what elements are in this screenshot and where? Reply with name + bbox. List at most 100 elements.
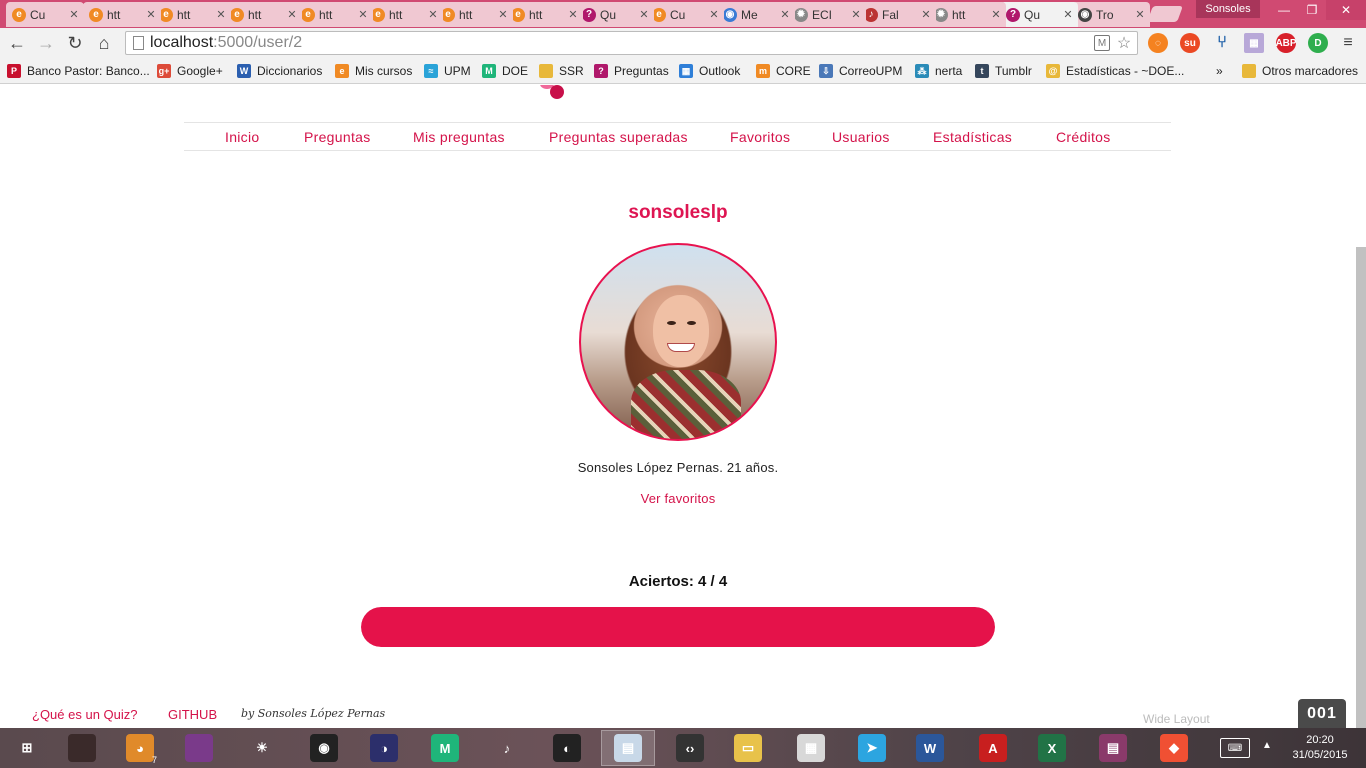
bookmark-star-icon[interactable]: ☆ bbox=[1116, 35, 1132, 52]
view-favorites-link[interactable]: Ver favoritos bbox=[0, 491, 1356, 506]
winrar-app[interactable]: ▤ bbox=[1086, 730, 1140, 766]
address-bar[interactable]: localhost:5000/user/2 M ☆ bbox=[125, 31, 1138, 55]
doe-app[interactable]: M bbox=[418, 730, 472, 766]
what-is-quiz-link[interactable]: ¿Qué es un Quiz? bbox=[32, 707, 138, 722]
nav-usuarios[interactable]: Usuarios bbox=[832, 129, 890, 145]
word-app[interactable]: W bbox=[903, 730, 957, 766]
tab-close-icon[interactable]: ✕ bbox=[920, 8, 932, 21]
close-window-icon[interactable]: ✕ bbox=[1326, 0, 1366, 20]
tab-close-icon[interactable]: ✕ bbox=[286, 8, 298, 21]
chrome-window-app[interactable]: ▤ bbox=[601, 730, 655, 766]
user-photo-app[interactable] bbox=[55, 730, 109, 766]
bookmark-item[interactable]: ▦ Outlook bbox=[679, 62, 740, 80]
taskbar-clock[interactable]: 20:20 31/05/2015 bbox=[1290, 733, 1350, 763]
maximize-icon[interactable]: ❐ bbox=[1298, 0, 1326, 20]
browser-tab[interactable]: ✹ ECI ✕ bbox=[788, 2, 866, 27]
forward-icon[interactable]: → bbox=[36, 33, 56, 53]
excel-app[interactable]: X bbox=[1025, 730, 1079, 766]
browser-tab[interactable]: ? Qu ✕ bbox=[1000, 2, 1078, 27]
paint-app[interactable]: ◕ 7 bbox=[113, 730, 167, 766]
tab-close-icon[interactable]: ✕ bbox=[850, 8, 862, 21]
tray-expand-icon[interactable]: ▲ bbox=[1262, 740, 1272, 751]
browser-tab[interactable]: e Cu ✕ bbox=[646, 2, 724, 27]
github-link[interactable]: GITHUB bbox=[168, 707, 217, 722]
adblock-plus-icon[interactable]: ABP bbox=[1275, 33, 1297, 53]
tab-close-icon[interactable]: ✕ bbox=[708, 8, 720, 21]
tab-close-icon[interactable]: ✕ bbox=[497, 8, 509, 21]
bookmark-item[interactable]: W Diccionarios bbox=[237, 62, 322, 80]
nav-estadisticas[interactable]: Estadísticas bbox=[933, 129, 1012, 145]
browser-tab[interactable]: e htt ✕ bbox=[365, 2, 443, 27]
tab-close-icon[interactable]: ✕ bbox=[567, 8, 579, 21]
tab-close-icon[interactable]: ✕ bbox=[1134, 8, 1146, 21]
firefox-app[interactable]: ◐ bbox=[540, 730, 594, 766]
acrobat-app[interactable]: A bbox=[966, 730, 1020, 766]
browser-tab[interactable]: ♪ Fal ✕ bbox=[858, 2, 936, 27]
nav-preguntas[interactable]: Preguntas bbox=[304, 129, 371, 145]
start-button[interactable]: ⊞ bbox=[0, 730, 54, 766]
bookmark-item[interactable]: m CORE bbox=[756, 62, 811, 80]
keyboard-icon[interactable]: ⌨ bbox=[1220, 738, 1250, 758]
browser-tab[interactable]: e htt ✕ bbox=[83, 2, 161, 27]
tab-close-icon[interactable]: ✕ bbox=[990, 8, 1002, 21]
bookmark-item[interactable]: M DOE bbox=[482, 62, 528, 80]
menu-icon[interactable]: ≡ bbox=[1338, 33, 1358, 53]
extension-orange-icon[interactable]: ◌ bbox=[1148, 33, 1168, 53]
bookmarks-overflow-button[interactable]: » bbox=[1216, 62, 1223, 80]
extension-fork-icon[interactable]: ⑂ bbox=[1212, 33, 1232, 53]
tab-close-icon[interactable]: ✕ bbox=[215, 8, 227, 21]
guitar-app[interactable]: ♪ bbox=[480, 730, 534, 766]
browser-tab[interactable]: e htt ✕ bbox=[224, 2, 302, 27]
bookmark-item[interactable]: ≈ UPM bbox=[424, 62, 471, 80]
back-icon[interactable]: ← bbox=[7, 33, 27, 53]
bookmark-item[interactable]: P Banco Pastor: Banco... bbox=[7, 62, 150, 80]
bookmark-item[interactable]: e Mis cursos bbox=[335, 62, 412, 80]
explorer-app[interactable]: ▭ bbox=[721, 730, 775, 766]
extension-grid-icon[interactable]: ▦ bbox=[1244, 33, 1264, 53]
galaxy-app[interactable] bbox=[172, 730, 226, 766]
browser-tab[interactable]: ◉ Me ✕ bbox=[717, 2, 795, 27]
bookmark-item[interactable]: t Tumblr bbox=[975, 62, 1032, 80]
nav-mis-preguntas[interactable]: Mis preguntas bbox=[413, 129, 505, 145]
tab-close-icon[interactable]: ✕ bbox=[779, 8, 791, 21]
browser-tab[interactable]: e htt ✕ bbox=[505, 2, 583, 27]
tab-close-icon[interactable]: ✕ bbox=[427, 8, 439, 21]
new-tab-button[interactable] bbox=[1147, 6, 1183, 22]
extension-green-icon[interactable]: D bbox=[1308, 33, 1328, 53]
tab-close-icon[interactable]: ✕ bbox=[638, 8, 650, 21]
page-action-icon[interactable]: M bbox=[1094, 35, 1110, 51]
stumbleupon-icon[interactable]: su bbox=[1180, 33, 1200, 53]
bookmark-item[interactable]: ⁂ nerta bbox=[915, 62, 962, 80]
tab-close-icon[interactable]: ✕ bbox=[1062, 8, 1074, 21]
browser-tab[interactable]: e htt ✕ bbox=[153, 2, 231, 27]
browser-tab[interactable]: ? Qu ✕ bbox=[576, 2, 654, 27]
tab-close-icon[interactable]: ✕ bbox=[68, 8, 80, 21]
brightness-app[interactable]: ☀ bbox=[235, 730, 289, 766]
browser-tab[interactable]: ✹ htt ✕ bbox=[928, 2, 1006, 27]
reload-icon[interactable]: ↻ bbox=[65, 33, 85, 53]
browser-tab[interactable]: e htt ✕ bbox=[295, 2, 373, 27]
profile-button[interactable]: Sonsoles bbox=[1196, 0, 1260, 18]
bookmark-item[interactable]: g+ Google+ bbox=[157, 62, 223, 80]
browser-tab[interactable]: e Cu ✕ bbox=[6, 2, 84, 27]
browser-tab[interactable]: e htt ✕ bbox=[435, 2, 513, 27]
telegram-app[interactable]: ➤ bbox=[845, 730, 899, 766]
bookmark-item[interactable]: ⇩ CorreoUPM bbox=[819, 62, 902, 80]
eclipse-app[interactable]: ◑ bbox=[357, 730, 411, 766]
wide-layout-label[interactable]: Wide Layout bbox=[1143, 712, 1210, 726]
nav-creditos[interactable]: Créditos bbox=[1056, 129, 1111, 145]
bookmark-item[interactable]: SSR bbox=[539, 62, 584, 80]
vinyl-app[interactable]: ◉ bbox=[297, 730, 351, 766]
page-scrollbar[interactable] bbox=[1356, 247, 1366, 728]
nav-preguntas-superadas[interactable]: Preguntas superadas bbox=[549, 129, 688, 145]
nav-inicio[interactable]: Inicio bbox=[225, 129, 259, 145]
calculator-app[interactable]: ▦ bbox=[784, 730, 838, 766]
bookmark-item[interactable]: ? Preguntas bbox=[594, 62, 669, 80]
code-editor-app[interactable]: ‹› bbox=[663, 730, 717, 766]
other-bookmarks-folder[interactable]: Otros marcadores bbox=[1242, 62, 1358, 80]
tab-close-icon[interactable]: ✕ bbox=[357, 8, 369, 21]
browser-tab[interactable]: ◉ Tro ✕ bbox=[1072, 2, 1150, 27]
nav-favoritos[interactable]: Favoritos bbox=[730, 129, 790, 145]
home-icon[interactable]: ⌂ bbox=[94, 33, 114, 53]
minimize-icon[interactable]: — bbox=[1270, 0, 1298, 20]
